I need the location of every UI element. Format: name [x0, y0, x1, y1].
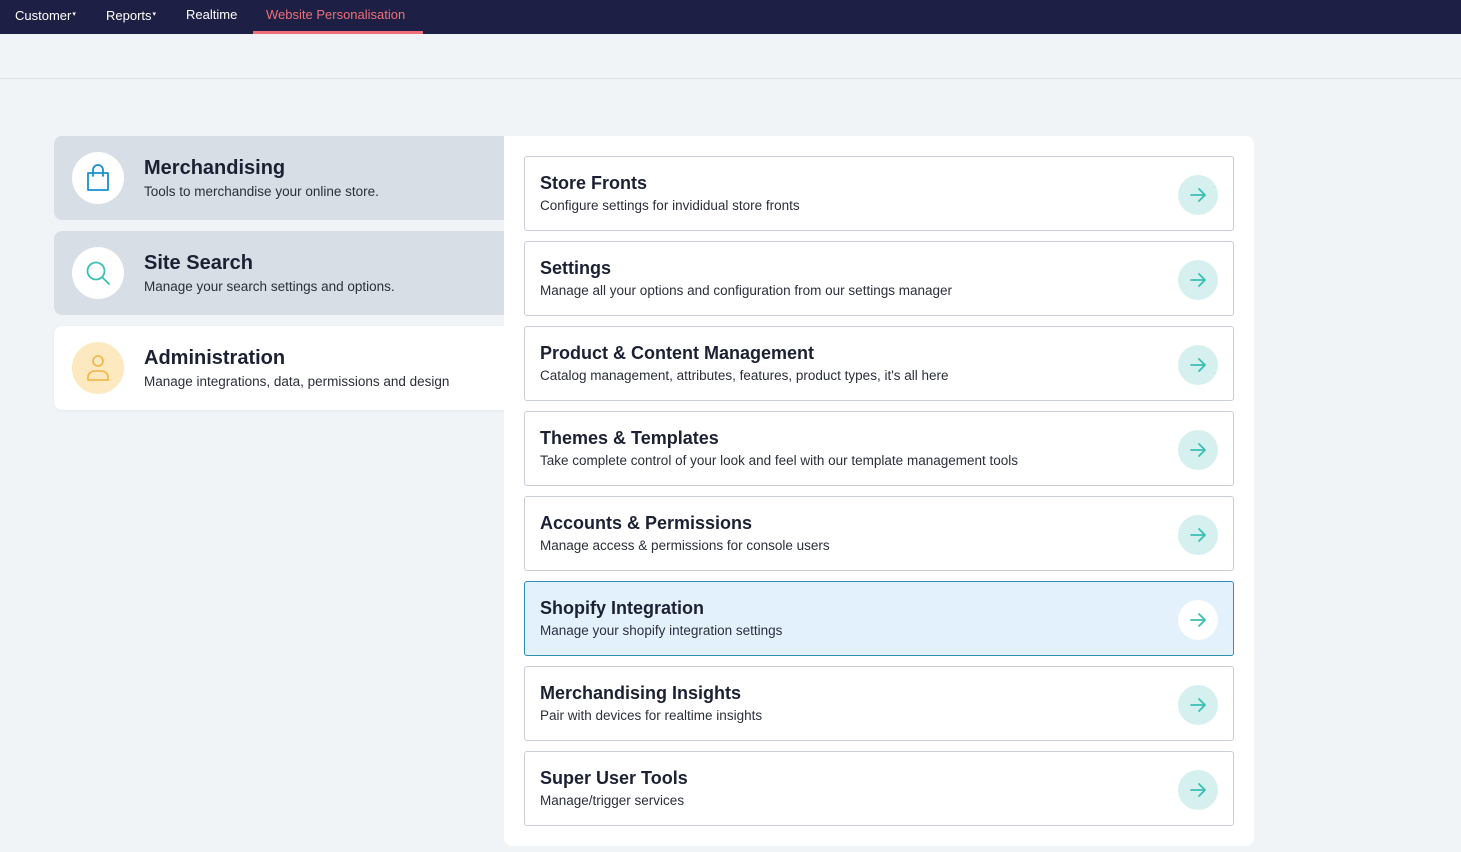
card-title: Merchandising Insights: [540, 683, 742, 703]
card-accounts-permissions[interactable]: Accounts & Permissions Manage access & p…: [524, 496, 1234, 571]
card-title: Accounts & Permissions: [540, 513, 753, 533]
category-title: Site Search: [144, 252, 253, 274]
arrow-right-icon[interactable]: [1178, 600, 1218, 640]
category-administration[interactable]: Administration Manage integrations, data…: [54, 326, 504, 410]
arrow-right-icon[interactable]: [1178, 770, 1218, 810]
card-title: Super User Tools: [540, 768, 688, 788]
category-description: Manage your search settings and options.: [144, 279, 395, 294]
card-merchandising-insights[interactable]: Merchandising Insights Pair with devices…: [524, 666, 1234, 741]
card-title: Shopify Integration: [540, 598, 704, 618]
category-description: Tools to merchandise your online store.: [144, 184, 379, 199]
nav-item-website-personalisation[interactable]: Website Personalisation: [266, 0, 405, 34]
nav-item-label: Reports: [106, 8, 152, 23]
category-description: Manage integrations, data, permissions a…: [144, 374, 450, 389]
card-store-fronts[interactable]: Store Fronts Configure settings for invi…: [524, 156, 1234, 231]
nav-item-realtime[interactable]: Realtime: [186, 0, 237, 34]
arrow-right-icon[interactable]: [1178, 515, 1218, 555]
user-icon: [72, 342, 124, 394]
card-description: Pair with devices for realtime insights: [540, 708, 763, 723]
nav-item-label: Customer: [15, 8, 72, 23]
card-description: Configure settings for invididual store …: [540, 198, 800, 213]
card-themes-templates[interactable]: Themes & Templates Take complete control…: [524, 411, 1234, 486]
search-icon: [72, 247, 124, 299]
top-navigation-bar: Customer▾ Reports▾ Realtime Website Pers…: [0, 0, 1461, 34]
card-description: Manage all your options and configuratio…: [540, 283, 952, 298]
shopping-bag-icon: [72, 152, 124, 204]
card-settings[interactable]: Settings Manage all your options and con…: [524, 241, 1234, 316]
nav-item-reports[interactable]: Reports▾: [106, 0, 156, 34]
sub-header-bar: [0, 34, 1461, 79]
nav-item-label: Realtime: [186, 7, 238, 22]
card-description: Manage your shopify integration settings: [540, 623, 783, 638]
card-title: Store Fronts: [540, 173, 648, 193]
card-shopify-integration[interactable]: Shopify Integration Manage your shopify …: [524, 581, 1234, 656]
arrow-right-icon[interactable]: [1178, 260, 1218, 300]
card-description: Manage access & permissions for console …: [540, 538, 830, 553]
card-product-content-management[interactable]: Product & Content Management Catalog man…: [524, 326, 1234, 401]
caret-down-icon: ▾: [152, 11, 157, 18]
card-description: Catalog management, attributes, features…: [540, 368, 949, 383]
caret-down-icon: ▾: [72, 11, 76, 18]
arrow-right-icon[interactable]: [1178, 345, 1218, 385]
category-title: Merchandising: [144, 157, 286, 179]
nav-item-label: Website Personalisation: [266, 7, 406, 22]
category-merchandising[interactable]: Merchandising Tools to merchandise your …: [54, 136, 504, 220]
arrow-right-icon[interactable]: [1178, 685, 1218, 725]
arrow-right-icon[interactable]: [1178, 430, 1218, 470]
card-title: Product & Content Management: [540, 343, 815, 363]
card-super-user-tools[interactable]: Super User Tools Manage/trigger services: [524, 751, 1234, 826]
administration-options-panel: Store Fronts Configure settings for invi…: [504, 136, 1254, 846]
category-title: Administration: [144, 347, 286, 369]
card-description: Manage/trigger services: [540, 793, 685, 808]
card-title: Themes & Templates: [540, 428, 719, 448]
category-site-search[interactable]: Site Search Manage your search settings …: [54, 231, 504, 315]
arrow-right-icon[interactable]: [1178, 175, 1218, 215]
card-title: Settings: [540, 258, 612, 278]
card-description: Take complete control of your look and f…: [540, 453, 1019, 468]
nav-item-customer[interactable]: Customer▾: [15, 0, 76, 34]
